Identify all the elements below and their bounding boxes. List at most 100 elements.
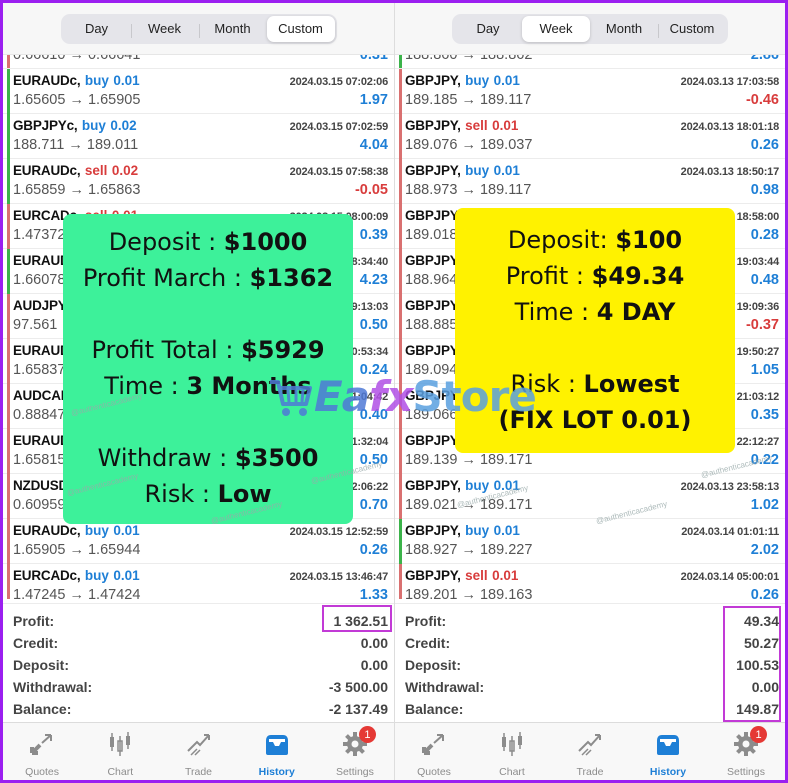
trade-time: 21:03:12 [736,391,780,403]
tab-chart[interactable]: Chart [81,723,159,780]
trade-row-line1: GBPJPYc, buy 0.02 2024.03.15 07:02:59 [13,117,388,137]
trade-prices: 189.139 → 189.171 [405,452,533,468]
trade-time: 2024.03.15 07:58:38 [289,166,389,178]
tab-history[interactable]: History [238,723,316,780]
trade-profit: -0.37 [745,317,779,333]
trade-profit: 0.50 [359,317,388,333]
tab-trade[interactable]: Trade [551,723,629,780]
trade-row-line2: 1.65905 → 1.65944 0.26 [13,542,388,558]
tab-trade[interactable]: Trade [159,723,237,780]
trade-prices: 1.65605 → 1.65905 [13,92,141,108]
trade-side: buy [465,163,490,178]
segment-custom[interactable]: Custom [658,16,726,42]
trade-side: sell [465,568,488,583]
trade-row[interactable]: GBPJPY, sell 0.01 2024.03.14 05:00:01 189.… [395,564,785,599]
trade-row[interactable]: EURAUDc, buy 0.01 2024.03.15 07:02:06 1.65… [3,69,394,114]
trade-row[interactable]: EURAUDc, buy 0.01 2024.03.15 12:52:59 1.65… [3,519,394,564]
tab-quotes[interactable]: Quotes [3,723,81,780]
overlay-value: $1000 [223,228,308,256]
tab-history[interactable]: History [629,723,707,780]
trade-row[interactable]: GBPJPY, buy 0.01 2024.03.13 17:03:58 189.1… [395,69,785,114]
summary-row-withdrawal: Withdrawal: -3 500.00 [13,676,388,698]
overlay-value: Lowest [583,370,680,398]
summary-row-credit: Credit: 0.00 [13,632,388,654]
tab-label: Chart [107,766,134,778]
trade-profit: 1.02 [750,497,779,513]
trade-prices: 189.066 [405,407,458,423]
tab-quotes[interactable]: Quotes [395,723,473,780]
segment-day[interactable]: Day [63,16,131,42]
account-summary: Profit: 49.34 Credit: 50.27 Deposit: 100.53 Wi… [395,603,785,722]
account-summary: Profit: 1 362.51 Credit: 0.00 Deposit: 0.00 Wi… [3,603,394,721]
trade-side: sell [84,163,108,178]
trade-prices: 188.964 [405,272,458,288]
notification-badge: 1 [358,726,376,743]
trade-prices: 188.973 → 189.117 [405,182,532,198]
overlay-label: Deposit: [507,226,616,254]
overlay-label: Time : [514,298,597,326]
trade-symbol-side: GBPJPY, [405,252,461,270]
trade-row-line2: 189.185 → 189.117 -0.46 [405,92,779,108]
segment-week[interactable]: Week [522,15,590,42]
trade-row-line1: EURAUDc, sell 0.02 2024.03.15 07:58:38 [13,162,388,182]
segment-custom[interactable]: Custom [266,15,335,42]
overlay-label: Profit Total : [91,336,242,364]
trade-row-line1: GBPJPY, buy 0.01 2024.03.14 01:01:11 [405,522,779,542]
tab-settings[interactable]: Settings 1 [707,723,785,780]
summary-label: Balance: [13,701,72,717]
trade-row[interactable]: GBPJPY, buy 0.01 2024.03.13 23:58:13 189.0… [395,474,785,519]
trade-symbol: GBPJPY, [405,568,461,583]
trade-row-line2: 188.973 → 189.117 0.98 [405,182,779,198]
tab-chart[interactable]: Chart [473,723,551,780]
trade-row[interactable]: GBPJPY, buy 0.01 2024.03.13 18:50:17 188.9… [395,159,785,204]
trade-profit: 1.05 [750,362,779,378]
trade-row-line1: GBPJPY, sell 0.01 2024.03.13 18:01:18 [405,117,779,137]
segment-day[interactable]: Day [454,16,522,42]
tab-label: Quotes [417,766,451,778]
segment-month[interactable]: Month [198,16,267,42]
tab-settings[interactable]: Settings 1 [316,723,394,780]
trade-row[interactable]: GBPJPY, sell 0.01 2024.03.13 18:01:18 189.… [395,114,785,159]
overlay-line: Time : 4 DAY [455,294,735,330]
trade-profit: 0.26 [750,137,779,153]
trade-time: 2024.03.13 17:03:58 [680,76,780,88]
trade-symbol-side: EURAUDc, buy 0.01 [13,522,140,540]
trade-profit: -0.05 [354,182,388,198]
overlay-spacer [63,296,353,332]
trade-profit: 0.26 [750,587,779,599]
segment-week[interactable]: Week [130,16,199,42]
overlay-line: Withdraw : $3500 [63,440,353,476]
period-segmented-control: Day Week Month Custom [395,3,785,55]
overlay-label: Risk : [510,370,584,398]
trade-lot: 0.01 [113,568,140,583]
trade-row-line2: 1.65859 → 1.65863 -0.05 [13,182,388,198]
trade-side: buy [465,478,490,493]
tab-label: Trade [576,766,604,778]
trade-profit: 0.35 [750,407,779,423]
trade-symbol-side: GBPJPY, buy 0.01 [405,162,520,180]
trade-time: 22:12:27 [736,436,780,448]
trade-symbol-side: GBPJPY, [405,387,461,405]
trade-time: 2024.03.13 18:01:18 [680,121,780,133]
segment-month[interactable]: Month [590,16,658,42]
trade-lot: 0.01 [493,163,520,178]
trade-side: buy [465,523,490,538]
summary-value: -3 500.00 [328,679,388,695]
trade-side: buy [84,523,109,538]
trade-prices: 189.018 [405,227,458,243]
trade-row[interactable]: EURAUDc, sell 0.02 2024.03.15 07:58:38 1.6… [3,159,394,204]
trade-symbol-side: GBPJPY, buy 0.01 [405,72,520,90]
trade-time: 19:50:27 [736,346,780,358]
trade-profit: 0.24 [359,362,388,378]
period-segmented-control: Day Week Month Custom [3,3,394,55]
trade-row-line2: 188.927 → 189.227 2.02 [405,542,779,558]
trade-profit: 0.28 [750,227,779,243]
summary-value: -2 137.49 [328,701,388,717]
trade-row[interactable]: GBPJPYc, buy 0.02 2024.03.15 07:02:59 188.… [3,114,394,159]
trade-row[interactable]: GBPJPY, buy 0.01 2024.03.14 01:01:11 188.9… [395,519,785,564]
trade-trend-icon [185,731,213,762]
trade-prices: 189.201 → 189.163 [405,587,533,599]
trade-row[interactable]: EURCADc, buy 0.01 2024.03.15 13:46:47 1.47… [3,564,394,599]
trade-symbol-side: GBPJPY, sell 0.01 [405,567,518,585]
notification-badge: 1 [750,726,767,743]
